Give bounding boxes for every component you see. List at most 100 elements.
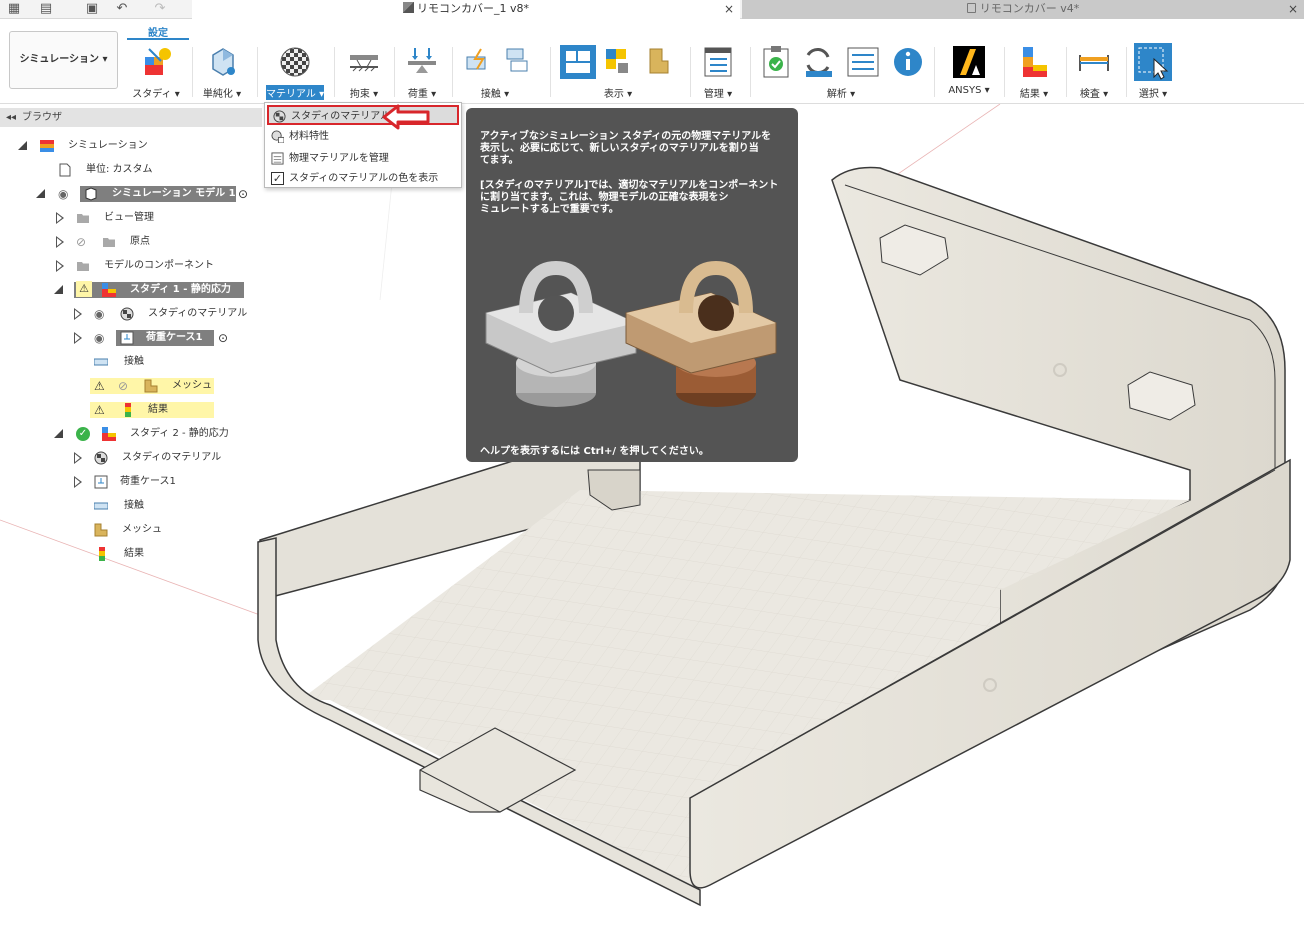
close-tab-icon[interactable]: × — [1288, 0, 1298, 18]
warning-icon: ⚠ — [94, 379, 105, 393]
ansys-logo-icon — [953, 46, 985, 78]
warning-icon: ⚠ — [76, 281, 92, 297]
tree-row[interactable]: ⚠ スタディ 1 - 静的応力 — [0, 280, 260, 300]
activate-radio-icon[interactable]: ⊙ — [218, 328, 228, 348]
tab-active-document[interactable]: リモコンカバー_1 v8* × — [192, 0, 740, 19]
load-case-icon — [120, 331, 134, 345]
hidden-eye-icon[interactable]: ⊘ — [118, 376, 128, 396]
document-cube-icon — [402, 2, 414, 13]
manage-tool[interactable]: 管理 ▾ — [694, 45, 742, 100]
tooltip-line: アクティブなシミュレーション スタディの元の物理マテリアルを — [480, 131, 772, 142]
collapse-icon[interactable]: ◂◂ — [6, 112, 16, 123]
simplify-label: 単純化 ▾ — [202, 89, 242, 100]
tree-row[interactable]: ビュー管理 — [0, 208, 260, 228]
app-grid-icon[interactable]: ▦ — [6, 1, 22, 17]
select-cursor-icon — [1134, 43, 1172, 81]
tab-settings[interactable]: 設定 — [127, 24, 189, 39]
tree-row[interactable]: モデルのコンポーネント — [0, 256, 260, 276]
tree-row[interactable]: ◉ スタディのマテリアル — [0, 304, 260, 324]
expand-toggle[interactable] — [74, 452, 82, 464]
hidden-eye-icon[interactable]: ⊘ — [76, 232, 86, 252]
ribbon-toolbar: シミュレーション ▾ 設定 スタディ ▾ 単純化 ▾ マテリアル ▾ 拘束 ▾ … — [0, 19, 1304, 104]
expand-toggle[interactable] — [74, 308, 82, 320]
checker-sphere-icon — [94, 451, 108, 465]
select-label: 選択 ▾ — [1138, 89, 1168, 100]
study-icon — [145, 48, 171, 75]
eye-icon[interactable]: ◉ — [94, 304, 104, 324]
model-component-icon — [85, 187, 97, 201]
folder-icon — [103, 238, 115, 247]
tree-row[interactable]: スタディのマテリアル — [0, 448, 260, 468]
eye-icon[interactable]: ◉ — [94, 328, 104, 348]
expand-toggle[interactable] — [56, 212, 64, 224]
tree-label: スタディ 1 - 静的応力 — [130, 284, 231, 295]
checkbox-checked[interactable]: ✓ — [271, 172, 284, 185]
tooltip-study-materials: アクティブなシミュレーション スタディの元の物理マテリアルを 表示し、必要に応じ… — [466, 108, 798, 462]
undo-icon[interactable]: ↶ — [114, 1, 130, 17]
tree-row[interactable]: ⚠ ⊘ メッシュ — [0, 376, 260, 396]
solve-tool[interactable]: 解析 ▾ — [756, 45, 926, 100]
separator — [334, 47, 335, 97]
expand-toggle[interactable] — [56, 236, 64, 248]
separator — [394, 47, 395, 97]
workspace-switcher[interactable]: シミュレーション ▾ — [9, 31, 118, 89]
simplify-tool[interactable]: 単純化 ▾ — [196, 45, 248, 100]
expand-toggle[interactable] — [54, 285, 63, 294]
expand-toggle[interactable] — [74, 332, 82, 344]
tree-row[interactable]: シミュレーション — [0, 136, 260, 156]
tree-label: スタディのマテリアル — [122, 452, 222, 463]
tree-row[interactable]: ⊘ 原点 — [0, 232, 260, 252]
browser-header[interactable]: ◂◂ ブラウザ — [0, 108, 262, 127]
contacts-tool[interactable]: 接触 ▾ — [458, 45, 532, 100]
contact-icon — [94, 358, 108, 366]
materials-tool[interactable]: マテリアル ▾ — [264, 45, 326, 100]
eye-icon[interactable]: ◉ — [58, 184, 68, 204]
loads-tool[interactable]: 荷重 ▾ — [398, 45, 446, 100]
file-icon[interactable]: ▤ — [38, 1, 54, 17]
ansys-tool[interactable]: ANSYS ▾ — [940, 45, 998, 99]
inspect-tool[interactable]: 検査 ▾ — [1070, 45, 1118, 100]
close-tab-icon[interactable]: × — [724, 0, 734, 18]
tree-row[interactable]: 結果 — [0, 544, 260, 564]
tooltip-line: 表示し、必要に応じて、新しいスタディのマテリアルを割り当 — [480, 143, 759, 154]
checker-sphere-icon — [120, 307, 134, 321]
expand-toggle[interactable] — [36, 189, 45, 198]
tree-row[interactable]: 接触 — [0, 352, 260, 372]
activate-radio-icon[interactable]: ⊙ — [238, 184, 248, 204]
checker-sphere-icon — [280, 47, 310, 77]
tree-label: メッシュ — [122, 524, 162, 535]
contact-icon — [94, 502, 108, 510]
menu-item-manage-materials[interactable]: 物理マテリアルを管理 — [267, 149, 459, 169]
tree-row[interactable]: ◉ シミュレーション モデル 1 ⊙ — [0, 184, 260, 204]
save-icon[interactable]: ▣ — [84, 1, 100, 17]
study-tool[interactable]: スタディ ▾ — [130, 45, 182, 100]
display-tool[interactable]: 表示 ▾ — [556, 45, 680, 100]
tree-row[interactable]: 荷重ケース1 — [0, 472, 260, 492]
tree-label: 接触 — [124, 356, 144, 367]
separator — [1066, 47, 1067, 97]
tree-row[interactable]: ⚠ 結果 — [0, 400, 260, 420]
menu-item-material-properties[interactable]: 材料特性 — [267, 127, 459, 147]
expand-toggle[interactable] — [74, 476, 82, 488]
results-tool[interactable]: 結果 ▾ — [1008, 45, 1060, 100]
expand-toggle[interactable] — [18, 141, 27, 150]
select-tool[interactable]: 選択 ▾ — [1130, 43, 1176, 100]
results-icon — [99, 547, 105, 561]
active-tab-underline — [127, 38, 189, 40]
expand-toggle[interactable] — [56, 260, 64, 272]
expand-toggle[interactable] — [54, 429, 63, 438]
tree-row[interactable]: ✓ スタディ 2 - 静的応力 — [0, 424, 260, 444]
materials-label[interactable]: マテリアル ▾ — [266, 85, 324, 100]
menu-item-label: スタディのマテリアルの色を表示 — [289, 173, 439, 184]
tree-row[interactable]: メッシュ — [0, 520, 260, 540]
menu-item-show-material-colors[interactable]: ✓ スタディのマテリアルの色を表示 — [267, 169, 459, 189]
redo-icon[interactable]: ↷ — [152, 1, 168, 17]
constraints-tool[interactable]: 拘束 ▾ — [340, 45, 388, 100]
tree-row[interactable]: ◉ 荷重ケース1 ⊙ — [0, 328, 260, 348]
tree-row[interactable]: 単位: カスタム — [0, 160, 260, 180]
tree-row[interactable]: 接触 — [0, 496, 260, 516]
menu-item-study-materials[interactable]: スタディのマテリアル — [267, 105, 459, 125]
tooltip-illustration — [485, 260, 777, 407]
tab-inactive-document[interactable]: リモコンカバー v4* × — [742, 0, 1304, 19]
tree-label: 結果 — [124, 548, 144, 559]
